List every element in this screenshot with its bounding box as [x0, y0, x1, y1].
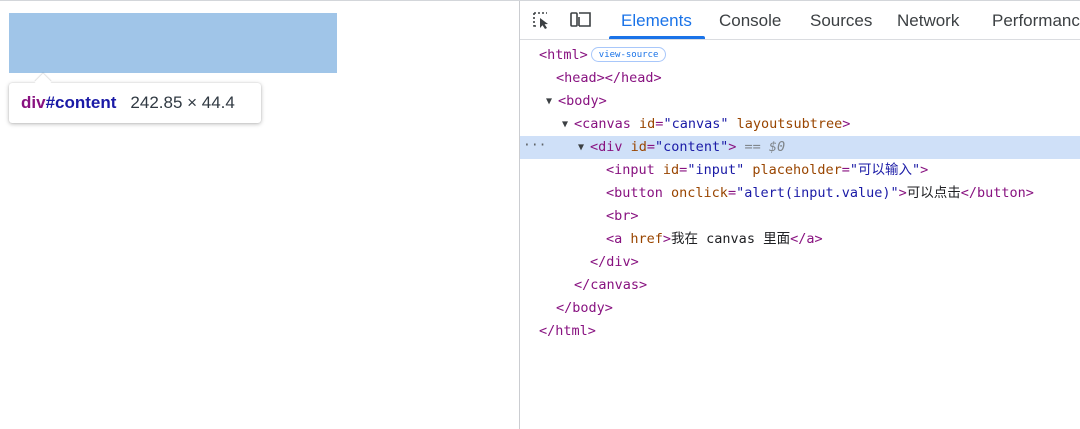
input-attr-id: id: [662, 162, 680, 178]
devtools-toolbar: Elements Console Sources Network Perform…: [520, 1, 1080, 40]
html-open-tag: <html>: [539, 47, 588, 63]
view-source-badge[interactable]: view-source: [590, 47, 667, 62]
div-attr-id-value: "content": [655, 139, 729, 155]
tooltip-arrow: [34, 73, 52, 91]
dom-node-div-content[interactable]: ··· ▼ <div id="content"> == $0: [520, 136, 1080, 159]
dom-tree: <html> view-source <head></head> ▼ <body>…: [520, 40, 1080, 429]
dom-node-body[interactable]: ▼ <body>: [520, 90, 1080, 113]
canvas-attr-id: id: [639, 116, 656, 132]
dom-node-canvas-close[interactable]: </canvas>: [520, 274, 1080, 297]
head-tag: <head></head>: [556, 70, 662, 86]
canvas-open-tag: <canvas: [574, 116, 640, 132]
more-options-icon[interactable]: ···: [523, 134, 546, 157]
a-close-tag: </a>: [790, 231, 823, 247]
div-attr-id: id: [630, 139, 647, 155]
a-text-node: 我在 canvas 里面: [671, 231, 791, 247]
dom-node-canvas[interactable]: ▼ <canvas id="canvas" layoutsubtree>: [520, 113, 1080, 136]
dom-node-a[interactable]: <a href>我在 canvas 里面</a>: [520, 228, 1080, 251]
tab-network[interactable]: Network: [897, 1, 959, 39]
div-open-tag: <div: [590, 139, 631, 155]
canvas-open-tag-close: >: [842, 116, 851, 132]
tab-console[interactable]: Console: [719, 1, 781, 39]
tab-sources[interactable]: Sources: [810, 1, 872, 39]
html-close-tag: </html>: [539, 323, 596, 339]
a-open-tag: <a: [606, 231, 631, 247]
page-viewport: div #content 242.85 × 44.4: [0, 1, 519, 429]
input-attr-id-value: "input": [687, 162, 745, 178]
input-attr-placeholder-value: "可以输入": [849, 162, 921, 178]
button-open-tag: <button: [606, 185, 672, 201]
device-toolbar-icon[interactable]: [569, 10, 593, 30]
content-element-highlight: [9, 13, 337, 73]
selected-node-marker: == $0: [744, 139, 786, 155]
devtools-panel: Elements Console Sources Network Perform…: [519, 1, 1080, 429]
dom-node-html[interactable]: <html> view-source: [520, 44, 1080, 67]
dom-node-div-close[interactable]: </div>: [520, 251, 1080, 274]
dom-node-html-close[interactable]: </html>: [520, 320, 1080, 343]
inspect-element-icon[interactable]: [532, 10, 554, 30]
expand-triangle-icon[interactable]: ▼: [578, 136, 584, 159]
canvas-close-tag: </canvas>: [574, 277, 648, 293]
tooltip-element-id: #content: [45, 93, 117, 112]
button-open-tag-close: >: [898, 185, 907, 201]
dom-node-button[interactable]: <button onclick="alert(input.value)">可以点…: [520, 182, 1080, 205]
dom-node-body-close[interactable]: </body>: [520, 297, 1080, 320]
div-close-tag: </div>: [590, 254, 639, 270]
a-open-tag-close: >: [662, 231, 672, 247]
canvas-attr-layoutsubtree: layoutsubtree: [736, 116, 843, 132]
input-tag-close: >: [920, 162, 929, 178]
button-text-node: 可以点击: [906, 185, 961, 201]
canvas-attr-id-value: "canvas": [663, 116, 729, 132]
button-close-tag: </button>: [960, 185, 1034, 201]
input-attr-placeholder: placeholder: [752, 162, 842, 178]
dom-node-input[interactable]: <input id="input" placeholder="可以输入">: [520, 159, 1080, 182]
button-attr-onclick: onclick: [671, 185, 728, 201]
input-open-tag: <input: [606, 162, 663, 178]
dom-node-head[interactable]: <head></head>: [520, 67, 1080, 90]
tooltip-tag-name: div: [21, 93, 46, 112]
div-open-tag-close: >: [728, 139, 737, 155]
tab-elements[interactable]: Elements: [609, 1, 705, 39]
element-inspect-tooltip: div #content 242.85 × 44.4: [9, 73, 261, 123]
expand-triangle-icon[interactable]: ▼: [562, 113, 568, 136]
expand-triangle-icon[interactable]: ▼: [546, 90, 552, 113]
body-close-tag: </body>: [556, 300, 613, 316]
body-open-tag: <body>: [558, 93, 607, 109]
a-attr-href: href: [630, 231, 663, 247]
tab-performance[interactable]: Performance: [992, 1, 1080, 39]
button-attr-onclick-value: "alert(input.value)": [736, 185, 899, 201]
tooltip-element-size: 242.85 × 44.4: [130, 93, 235, 112]
dom-node-br[interactable]: <br>: [520, 205, 1080, 228]
br-tag: <br>: [606, 208, 639, 224]
